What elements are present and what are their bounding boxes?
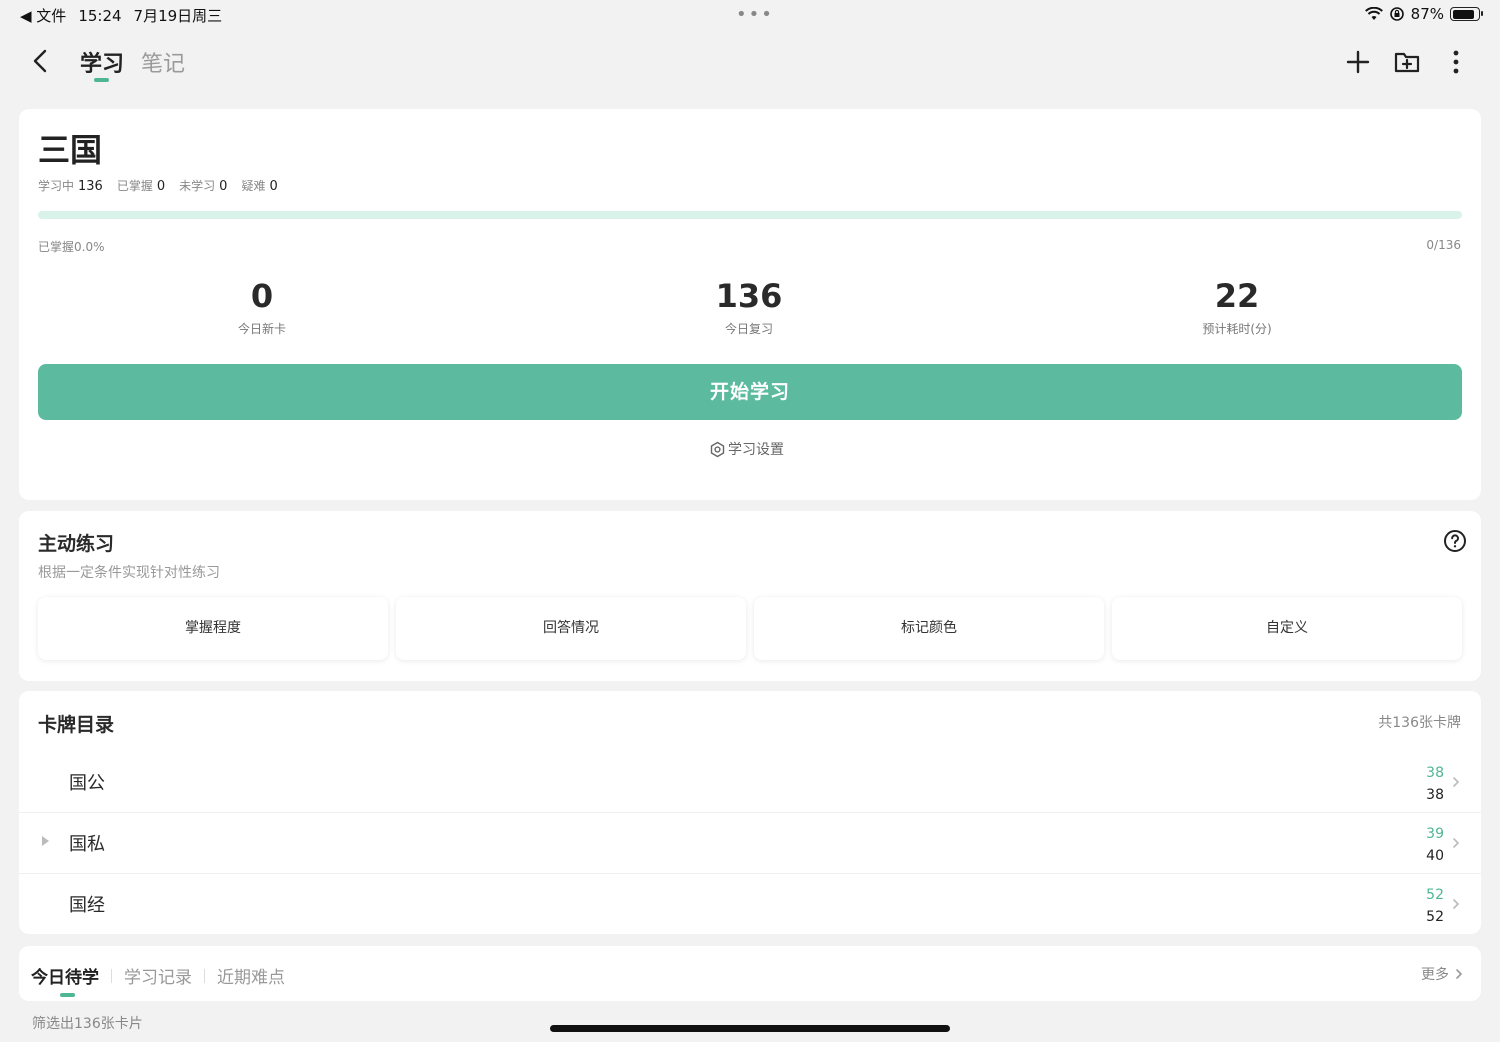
sub-deck-counts: 52 52 (1426, 884, 1444, 928)
top-nav: 学习 笔记 (0, 38, 1500, 88)
start-study-button[interactable]: 开始学习 (38, 364, 1462, 420)
add-folder-button[interactable] (1392, 46, 1422, 78)
sub-deck-row[interactable]: 国私 39 40 (19, 813, 1481, 874)
stat-difficult: 疑难 0 (241, 179, 278, 194)
chevron-right-icon (1456, 969, 1463, 979)
battery-icon (1450, 7, 1483, 21)
deck-title: 三国 (38, 131, 103, 169)
practice-title: 主动练习 (38, 533, 115, 555)
folder-add-icon (1394, 52, 1420, 73)
tab-divider (204, 968, 205, 983)
practice-mastery-button[interactable]: 掌握程度 (38, 597, 388, 660)
more-menu-button[interactable] (1441, 46, 1471, 78)
home-indicator[interactable] (550, 1025, 950, 1032)
stat-learning: 学习中 136 (38, 179, 103, 194)
chevron-right-icon (1453, 838, 1460, 848)
back-button[interactable] (26, 44, 56, 78)
tab-recent-difficult[interactable]: 近期难点 (217, 963, 285, 988)
active-practice-card: 主动练习 根据一定条件实现针对性练习 掌握程度 回答情况 标记颜色 自定义 (19, 511, 1481, 681)
plus-icon (1346, 50, 1370, 74)
add-button[interactable] (1343, 46, 1373, 78)
tab-study[interactable]: 学习 (80, 46, 124, 78)
status-date: 7月19日周三 (133, 7, 223, 25)
sub-deck-due: 38 (1426, 765, 1444, 781)
active-tab-indicator (94, 78, 109, 82)
metric-review-cards: 136 今日复习 (649, 277, 849, 337)
tab-notes[interactable]: 笔记 (141, 46, 185, 78)
status-time: 15:24 (78, 6, 122, 25)
practice-mark-color-button[interactable]: 标记颜色 (754, 597, 1104, 660)
metric-estimated-time: 22 预计耗时(分) (1137, 277, 1337, 337)
metric-label: 今日复习 (724, 322, 773, 336)
back-to-app-link[interactable]: ◀ 文件 (20, 5, 66, 26)
catalog-title: 卡牌目录 (38, 714, 115, 736)
status-bar: ◀ 文件 15:24 7月19日周三 ••• 87% (0, 0, 1500, 30)
metric-label: 预计耗时(分) (1202, 322, 1272, 336)
card-catalog: 卡牌目录 共136张卡牌 国公 38 38 国私 39 40 国经 52 52 (19, 691, 1481, 934)
chevron-right-icon (1453, 899, 1460, 909)
sub-deck-counts: 38 38 (1426, 762, 1444, 806)
sub-deck-total: 40 (1426, 848, 1444, 864)
stat-unlearned: 未学习 0 (179, 179, 228, 194)
tab-study-records[interactable]: 学习记录 (124, 963, 192, 988)
sub-deck-name: 国私 (69, 834, 105, 855)
sub-deck-due: 52 (1426, 887, 1444, 903)
active-tab-indicator (60, 993, 75, 997)
practice-custom-button[interactable]: 自定义 (1112, 597, 1462, 660)
sub-deck-total: 52 (1426, 909, 1444, 925)
mastery-progress-bar (38, 211, 1462, 219)
sub-deck-counts: 39 40 (1426, 823, 1444, 867)
deck-overview-card: 三国 学习中 136 已掌握 0 未学习 0 疑难 0 已掌握0.0% 0/136 0 … (19, 109, 1481, 500)
sub-deck-row[interactable]: 国公 38 38 (19, 752, 1481, 813)
question-circle-icon (1444, 530, 1466, 552)
metric-value: 0 (250, 277, 274, 315)
sub-deck-name: 国经 (69, 895, 105, 916)
study-settings-link[interactable]: 学习设置 (709, 439, 784, 459)
mastery-count: 0/136 (1426, 238, 1461, 252)
mastery-percent: 已掌握0.0% (38, 240, 105, 254)
tab-today-pending[interactable]: 今日待学 (31, 963, 99, 988)
wifi-icon (1364, 7, 1383, 20)
more-link-label: 更多 (1421, 967, 1449, 983)
tab-divider (111, 968, 112, 983)
sub-deck-name: 国公 (69, 773, 105, 794)
expand-triangle-icon[interactable] (42, 836, 49, 846)
metric-new-cards: 0 今日新卡 (162, 277, 362, 337)
today-tabs-card: 今日待学 学习记录 近期难点 更多 (19, 946, 1481, 1001)
battery-percent: 87% (1410, 5, 1444, 23)
stat-mastered: 已掌握 0 (116, 179, 166, 194)
today-tabs: 今日待学 学习记录 近期难点 (31, 963, 285, 988)
more-vertical-icon (1453, 50, 1459, 74)
practice-subtitle: 根据一定条件实现针对性练习 (38, 565, 220, 581)
more-link[interactable]: 更多 (1421, 964, 1463, 984)
practice-answers-button[interactable]: 回答情况 (396, 597, 746, 660)
chevron-right-icon (1453, 777, 1460, 787)
metric-label: 今日新卡 (237, 322, 286, 336)
deck-stats: 学习中 136 已掌握 0 未学习 0 疑难 0 (38, 177, 278, 194)
metric-value: 136 (715, 277, 783, 315)
sub-deck-total: 38 (1426, 787, 1444, 803)
orientation-lock-icon (1389, 7, 1404, 21)
catalog-total: 共136张卡牌 (1378, 715, 1461, 731)
sub-deck-row[interactable]: 国经 52 52 (19, 874, 1481, 935)
multitasking-dots-icon[interactable]: ••• (736, 4, 774, 25)
settings-gear-icon (710, 441, 725, 457)
settings-link-label: 学习设置 (728, 442, 784, 458)
filter-result-text: 筛选出136张卡片 (32, 1016, 143, 1032)
help-button[interactable] (1443, 529, 1467, 553)
metric-value: 22 (1214, 277, 1260, 315)
sub-deck-due: 39 (1426, 826, 1444, 842)
chevron-left-icon (33, 49, 47, 73)
